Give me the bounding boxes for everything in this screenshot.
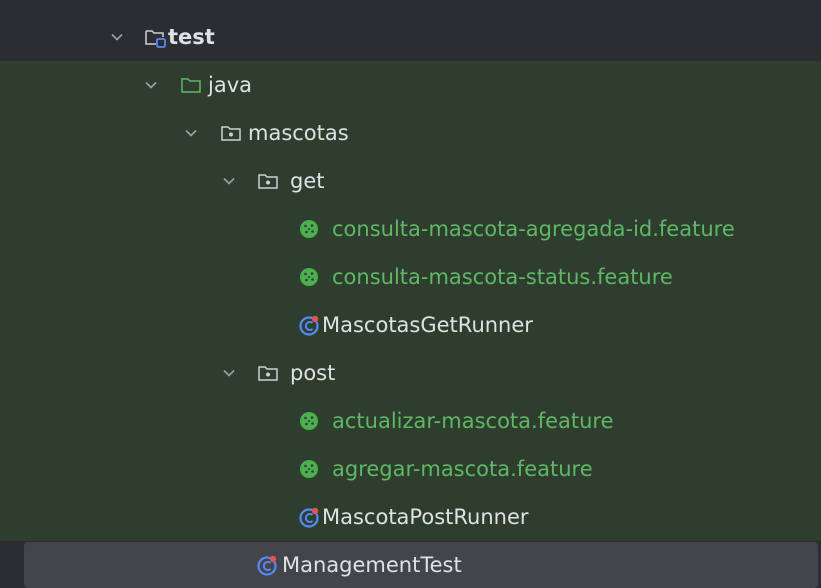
chevron-down-icon[interactable] bbox=[222, 174, 236, 188]
java-class-test-icon bbox=[299, 315, 319, 336]
tree-node-test[interactable]: test bbox=[0, 13, 821, 61]
tree-node-label: consulta-mascota-status.feature bbox=[332, 265, 673, 289]
tree-node-label: consulta-mascota-agregada-id.feature bbox=[332, 217, 735, 241]
chevron-down-icon[interactable] bbox=[144, 78, 158, 92]
tree-node-file[interactable]: consulta-mascota-status.feature bbox=[0, 253, 821, 301]
tree-node-file[interactable]: MascotaPostRunner bbox=[0, 493, 821, 541]
tree-node-label: MascotaPostRunner bbox=[322, 505, 529, 529]
tree-node-file[interactable]: agregar-mascota.feature bbox=[0, 445, 821, 493]
tree-node-label: ManagementTest bbox=[282, 553, 462, 577]
tree-node-label: test bbox=[168, 25, 215, 49]
java-class-test-icon bbox=[299, 507, 319, 528]
cucumber-feature-icon bbox=[300, 220, 318, 238]
tree-node-post[interactable]: post bbox=[0, 349, 821, 397]
tree-node-label: post bbox=[290, 361, 336, 385]
chevron-down-icon[interactable] bbox=[110, 30, 124, 44]
cucumber-feature-icon bbox=[300, 412, 318, 430]
folder-icon bbox=[181, 78, 201, 93]
package-icon bbox=[258, 366, 278, 381]
tree-node-management-test[interactable]: ManagementTest bbox=[24, 542, 818, 588]
project-tree: test java mascotas get consulta-mascota-… bbox=[0, 0, 821, 588]
tree-node-label: actualizar-mascota.feature bbox=[332, 409, 614, 433]
chevron-down-icon[interactable] bbox=[222, 366, 236, 380]
cucumber-feature-icon bbox=[300, 268, 318, 286]
cucumber-feature-icon bbox=[300, 460, 318, 478]
test-root-folder-icon bbox=[145, 30, 166, 48]
tree-node-get[interactable]: get bbox=[0, 157, 821, 205]
package-icon bbox=[258, 174, 278, 189]
chevron-down-icon[interactable] bbox=[184, 126, 198, 140]
tree-node-label: mascotas bbox=[248, 121, 349, 145]
tree-node-mascotas[interactable]: mascotas bbox=[0, 109, 821, 157]
tree-node-label: java bbox=[208, 73, 252, 97]
package-icon bbox=[221, 126, 241, 141]
tree-node-file[interactable]: consulta-mascota-agregada-id.feature bbox=[0, 205, 821, 253]
tree-node-label: agregar-mascota.feature bbox=[332, 457, 593, 481]
tree-node-file[interactable]: actualizar-mascota.feature bbox=[0, 397, 821, 445]
tree-node-file[interactable]: MascotasGetRunner bbox=[0, 301, 821, 349]
tree-node-label: get bbox=[290, 169, 325, 193]
tree-node-label: MascotasGetRunner bbox=[322, 313, 533, 337]
java-class-test-icon bbox=[257, 555, 277, 576]
tree-node-java[interactable]: java bbox=[0, 61, 821, 109]
